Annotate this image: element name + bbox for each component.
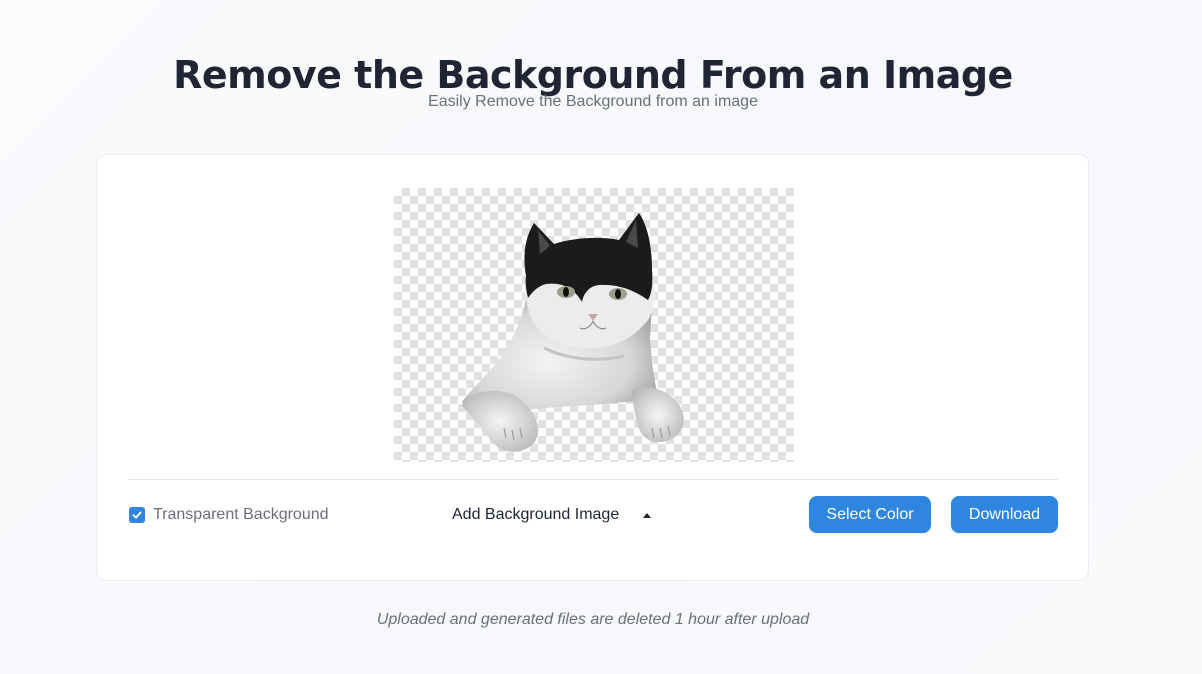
add-background-image-label: Add Background Image [452,506,620,523]
file-retention-note: Uploaded and generated files are deleted… [376,611,810,628]
select-color-button[interactable]: Select Color [809,496,931,533]
add-background-image-dropdown[interactable]: Add Background Image [452,503,652,527]
editor-card: Transparent Background Add Background Im… [96,154,1089,581]
checkmark-icon [132,511,142,519]
image-preview [394,188,794,462]
transparent-background-label: Transparent Background [153,506,329,523]
page-subtitle: Easily Remove the Background from an ima… [428,93,758,110]
caret-up-icon [643,512,652,518]
transparent-background-toggle[interactable]: Transparent Background [129,503,329,527]
cat-cutout-image [462,213,684,452]
download-button[interactable]: Download [951,496,1058,533]
controls-divider [129,479,1058,480]
transparent-background-checkbox[interactable] [129,507,145,523]
